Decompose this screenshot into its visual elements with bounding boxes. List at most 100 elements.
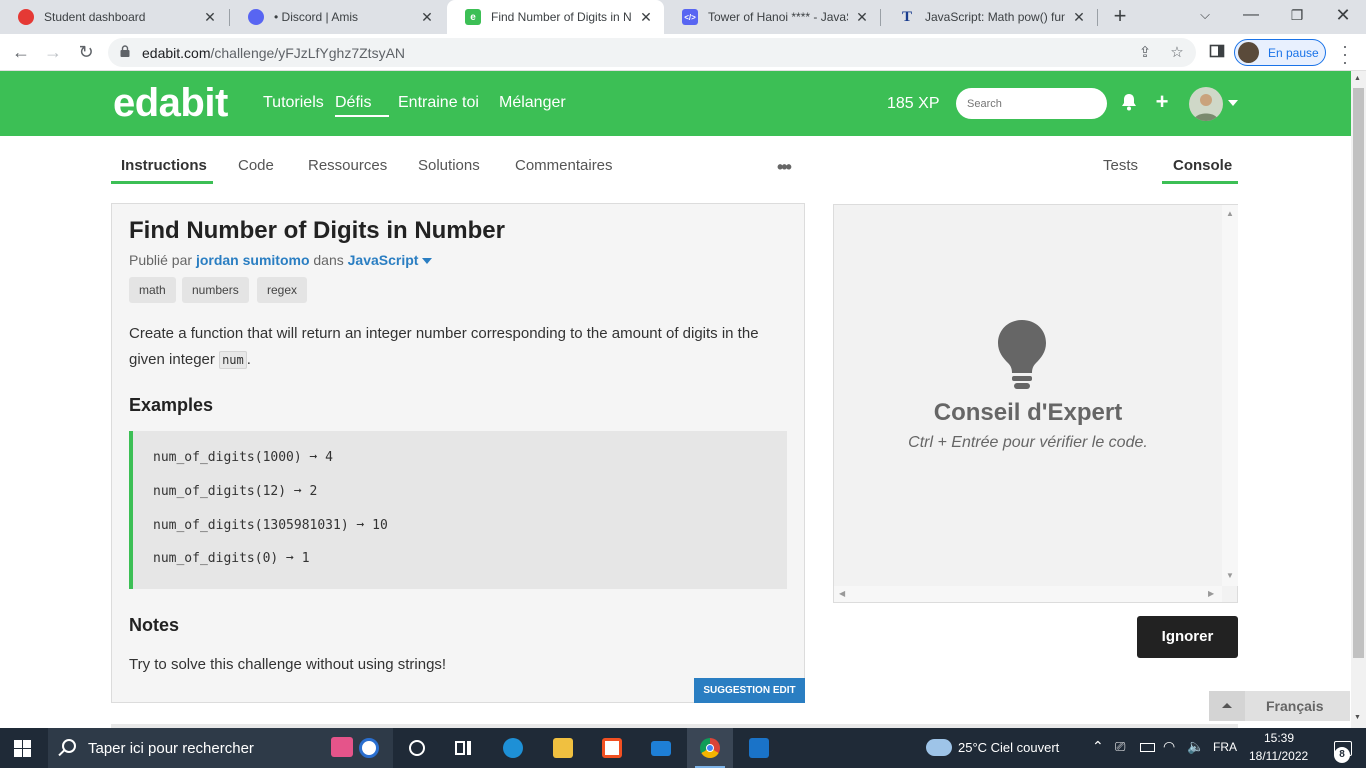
battery-icon[interactable] xyxy=(1140,743,1155,752)
forward-icon[interactable]: → xyxy=(40,39,66,65)
mail-icon[interactable] xyxy=(638,728,684,768)
console-vertical-scrollbar[interactable]: ▲ ▼ xyxy=(1222,205,1238,586)
clock-time[interactable]: 15:39 xyxy=(1264,731,1294,745)
meet-now-icon[interactable]: ⎚ xyxy=(1115,739,1125,755)
suggest-edit-button[interactable]: SUGGESTION EDIT xyxy=(694,678,805,703)
file-explorer-icon[interactable] xyxy=(540,728,586,768)
wifi-icon[interactable]: ◠ xyxy=(1163,738,1175,755)
browser-tab-discord[interactable]: • Discord | Amis ✕ xyxy=(230,0,445,34)
share-icon[interactable]: ⇪ xyxy=(1136,44,1154,62)
discord-favicon xyxy=(248,9,264,25)
lock-icon[interactable] xyxy=(120,45,130,57)
nav-entraine-toi[interactable]: Entraine toi xyxy=(398,94,479,112)
nav-melanger[interactable]: Mélanger xyxy=(499,94,566,112)
page-scrollbar[interactable]: ▲ ▼ xyxy=(1351,71,1366,728)
ignore-button[interactable]: Ignorer xyxy=(1137,616,1238,658)
task-view-icon[interactable] xyxy=(440,728,486,768)
weather-text[interactable]: 25°C Ciel couvert xyxy=(958,740,1059,755)
code-favicon: </> xyxy=(682,9,698,25)
tip-title: Conseil d'Expert xyxy=(933,399,1123,426)
challenge-title: Find Number of Digits in Number xyxy=(129,217,505,244)
language-selector[interactable]: Français xyxy=(1209,691,1350,721)
back-icon[interactable]: ← xyxy=(8,39,34,65)
example-line: num_of_digits(1000) ➞ 4 xyxy=(153,450,334,465)
tab-tests[interactable]: Tests xyxy=(1103,157,1138,188)
chrome-icon[interactable] xyxy=(687,728,733,768)
site-search-input[interactable] xyxy=(956,88,1107,119)
nav-defis[interactable]: Défis xyxy=(335,94,389,117)
inline-code: num xyxy=(219,351,247,369)
chevron-up-icon[interactable]: ⌃ xyxy=(1092,738,1104,755)
minimize-icon[interactable]: — xyxy=(1228,0,1274,34)
profile-button[interactable]: En pause xyxy=(1234,39,1326,66)
bookmark-star-icon[interactable]: ☆ xyxy=(1168,44,1186,62)
tab-code[interactable]: Code xyxy=(238,157,274,188)
challenge-byline: Publié par jordan sumitomo dans JavaScri… xyxy=(129,252,433,268)
more-options-icon[interactable]: ••• xyxy=(777,157,792,178)
close-tab-icon[interactable]: ✕ xyxy=(419,9,435,26)
scroll-right-icon[interactable]: ▶ xyxy=(1208,589,1214,598)
notes-heading: Notes xyxy=(129,615,180,635)
chevron-up-icon[interactable] xyxy=(1209,691,1245,721)
tag-numbers[interactable]: numbers xyxy=(182,277,249,303)
student-dashboard-favicon xyxy=(18,9,34,25)
close-tab-icon[interactable]: ✕ xyxy=(202,9,218,26)
browser-tab-edabit[interactable]: e Find Number of Digits in Num ✕ xyxy=(447,0,664,34)
t-favicon: T xyxy=(901,8,912,25)
volume-icon[interactable]: 🔈 xyxy=(1187,738,1204,755)
tag-regex[interactable]: regex xyxy=(257,277,308,303)
taskbar-search[interactable]: Taper ici pour rechercher xyxy=(48,728,393,768)
url-text: edabit.com/challenge/yFJzLfYghz7ZtsyAN xyxy=(142,45,406,61)
scroll-down-icon[interactable]: ▼ xyxy=(1226,571,1234,580)
tab-search-chevron-icon[interactable]: ⌵ xyxy=(1182,0,1228,34)
edabit-favicon: e xyxy=(465,9,481,25)
lightbulb-icon xyxy=(998,320,1046,389)
example-line: num_of_digits(0) ➞ 1 xyxy=(153,551,310,566)
language-caret-icon[interactable] xyxy=(422,258,433,265)
nav-tutoriels[interactable]: Tutoriels xyxy=(263,94,324,112)
scroll-left-icon[interactable]: ◀ xyxy=(839,589,845,598)
browser-menu-icon[interactable]: · · · xyxy=(1338,37,1352,71)
site-header: edabit Tutoriels Défis Entraine toi Méla… xyxy=(0,71,1351,136)
store-icon[interactable] xyxy=(589,728,635,768)
video-editor-icon[interactable] xyxy=(736,728,782,768)
author-link[interactable]: jordan sumitomo xyxy=(196,252,310,268)
new-tab-icon[interactable]: + xyxy=(1108,4,1132,28)
tip-text: Ctrl + Entrée pour vérifier le code. xyxy=(908,434,1148,451)
console-horizontal-scrollbar[interactable]: ◀ ▶ xyxy=(834,586,1222,602)
chevron-down-icon[interactable] xyxy=(1228,100,1238,106)
plus-icon[interactable]: + xyxy=(1153,89,1171,115)
clock-date[interactable]: 18/11/2022 xyxy=(1249,749,1308,763)
reload-icon[interactable]: ↻ xyxy=(73,39,99,65)
language-link[interactable]: JavaScript xyxy=(348,252,419,268)
edge-icon[interactable] xyxy=(490,728,536,768)
windows-start-icon[interactable] xyxy=(14,740,31,757)
active-tab-indicator xyxy=(111,181,213,184)
browser-toolbar: ← → ↻ edabit.com/challenge/yFJzLfYghz7Zt… xyxy=(0,34,1366,71)
taskbar: Taper ici pour rechercher 25°C Ciel couv… xyxy=(0,728,1366,768)
example-line: num_of_digits(1305981031) ➞ 10 xyxy=(153,518,388,533)
close-tab-icon[interactable]: ✕ xyxy=(638,9,654,26)
scroll-up-icon[interactable]: ▲ xyxy=(1226,209,1234,218)
address-bar[interactable]: edabit.com/challenge/yFJzLfYghz7ZtsyAN ⇪… xyxy=(108,38,1196,67)
close-window-icon[interactable]: ✕ xyxy=(1320,0,1366,34)
side-panel-icon[interactable] xyxy=(1208,43,1226,61)
cortana-icon[interactable] xyxy=(394,728,440,768)
tab-ressources[interactable]: Ressources xyxy=(308,157,387,188)
scrollbar-thumb[interactable] xyxy=(1353,88,1364,658)
close-tab-icon[interactable]: ✕ xyxy=(1071,9,1087,26)
tab-commentaires[interactable]: Commentaires xyxy=(515,157,613,188)
user-avatar[interactable] xyxy=(1189,87,1223,121)
edabit-logo[interactable]: edabit xyxy=(113,81,228,126)
browser-tab-student-dashboard[interactable]: Student dashboard ✕ xyxy=(0,0,228,34)
tag-math[interactable]: math xyxy=(129,277,176,303)
restore-icon[interactable]: ❐ xyxy=(1274,0,1320,34)
input-language[interactable]: FRA xyxy=(1213,740,1237,754)
scroll-down-icon[interactable]: ▼ xyxy=(1354,714,1361,721)
browser-tab-tower-of-hanoi[interactable]: </> Tower of Hanoi **** - JavaScri ✕ xyxy=(664,0,880,34)
bell-icon[interactable] xyxy=(1120,93,1138,116)
scroll-up-icon[interactable]: ▲ xyxy=(1354,75,1361,82)
close-tab-icon[interactable]: ✕ xyxy=(854,9,870,26)
tab-solutions[interactable]: Solutions xyxy=(418,157,480,188)
browser-tab-math-pow[interactable]: T JavaScript: Math pow() functio ✕ xyxy=(881,0,1097,34)
